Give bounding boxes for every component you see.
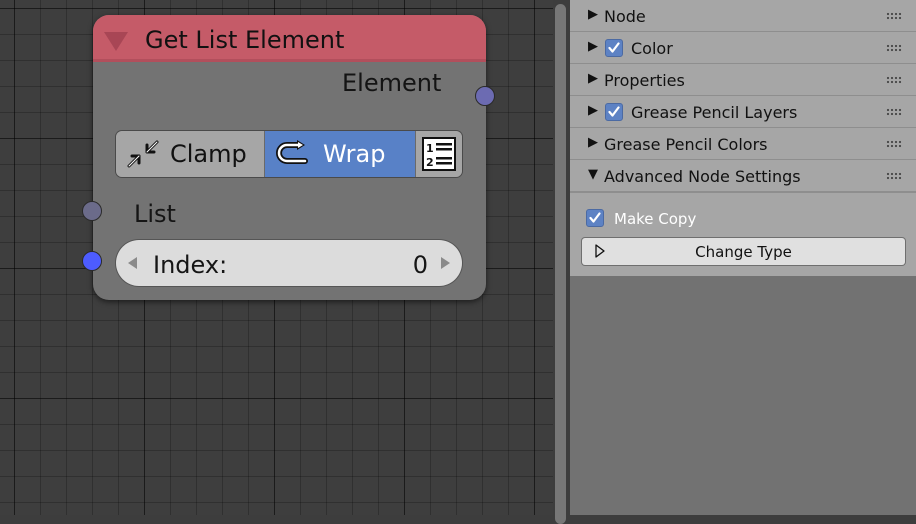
drag-grip-icon[interactable] <box>886 172 902 180</box>
clamp-button[interactable]: Clamp <box>116 131 265 177</box>
input-list-label: List <box>134 200 176 228</box>
collapsed-arrow-icon: ▶ <box>588 39 598 54</box>
clamp-icon <box>127 140 159 168</box>
numbered-list-button[interactable]: 1 2 <box>415 131 462 177</box>
checkmark-icon <box>589 212 601 223</box>
wrap-label: Wrap <box>323 140 386 168</box>
node-title: Get List Element <box>145 26 345 54</box>
panel-node[interactable]: ▶ Node <box>570 0 916 32</box>
drag-grip-icon[interactable] <box>886 12 902 20</box>
properties-sidebar: ▶ Node ▶ Color ▶ Properties ▶ Grease Pen… <box>570 0 916 515</box>
panel-advanced-node-settings[interactable]: ▼ Advanced Node Settings <box>570 160 916 192</box>
output-element-label: Element <box>342 69 442 97</box>
clamp-label: Clamp <box>170 140 247 168</box>
decrement-arrow-icon[interactable] <box>128 257 137 269</box>
svg-text:1: 1 <box>426 142 434 155</box>
increment-arrow-icon[interactable] <box>441 257 450 269</box>
change-type-label: Change Type <box>695 243 792 261</box>
wrap-button[interactable]: Wrap <box>265 131 415 177</box>
panel-label: Grease Pencil Colors <box>604 135 768 154</box>
grease-pencil-layers-checkbox[interactable] <box>605 103 623 121</box>
panel-label: Properties <box>604 71 685 90</box>
checkmark-icon <box>608 106 620 117</box>
panel-color[interactable]: ▶ Color <box>570 32 916 64</box>
drag-grip-icon[interactable] <box>886 140 902 148</box>
drag-grip-icon[interactable] <box>886 108 902 116</box>
mode-selector[interactable]: Clamp Wrap 1 2 <box>116 131 462 177</box>
panel-properties[interactable]: ▶ Properties <box>570 64 916 96</box>
node-header[interactable]: Get List Element <box>93 15 486 62</box>
expanded-arrow-icon: ▼ <box>588 167 598 182</box>
sidebar-panels: ▶ Node ▶ Color ▶ Properties ▶ Grease Pen… <box>570 0 916 276</box>
advanced-node-settings-body: Make Copy Change Type <box>570 192 916 276</box>
panel-label: Advanced Node Settings <box>604 167 801 186</box>
panel-grease-pencil-colors[interactable]: ▶ Grease Pencil Colors <box>570 128 916 160</box>
collapsed-arrow-icon: ▶ <box>588 135 598 150</box>
collapsed-arrow-icon: ▶ <box>588 7 598 22</box>
element-output-socket[interactable] <box>475 86 495 106</box>
index-label: Index: <box>153 251 228 279</box>
make-copy-label[interactable]: Make Copy <box>614 210 696 228</box>
editor-scrollbar-thumb[interactable] <box>555 4 566 524</box>
collapsed-arrow-icon: ▶ <box>588 71 598 86</box>
checkmark-icon <box>608 42 620 53</box>
node-editor-canvas[interactable]: Get List Element Element Clamp Wrap 1 2 … <box>0 0 553 515</box>
svg-text:2: 2 <box>426 156 434 169</box>
numbered-list-icon: 1 2 <box>422 137 456 171</box>
collapse-arrow-icon[interactable] <box>104 32 128 51</box>
change-type-button[interactable]: Change Type <box>582 238 905 265</box>
panel-grease-pencil-layers[interactable]: ▶ Grease Pencil Layers <box>570 96 916 128</box>
drag-grip-icon[interactable] <box>886 76 902 84</box>
index-input-socket[interactable] <box>82 251 102 271</box>
panel-label: Node <box>604 7 646 26</box>
index-field[interactable]: Index: 0 <box>116 240 462 286</box>
color-panel-checkbox[interactable] <box>605 39 623 57</box>
index-value: 0 <box>412 251 428 279</box>
panel-label: Color <box>631 39 673 58</box>
make-copy-checkbox[interactable] <box>586 209 604 227</box>
wrap-icon <box>276 140 308 164</box>
collapsed-arrow-icon: ▶ <box>588 103 598 118</box>
panel-label: Grease Pencil Layers <box>631 103 798 122</box>
drag-grip-icon[interactable] <box>886 44 902 52</box>
list-input-socket[interactable] <box>82 201 102 221</box>
